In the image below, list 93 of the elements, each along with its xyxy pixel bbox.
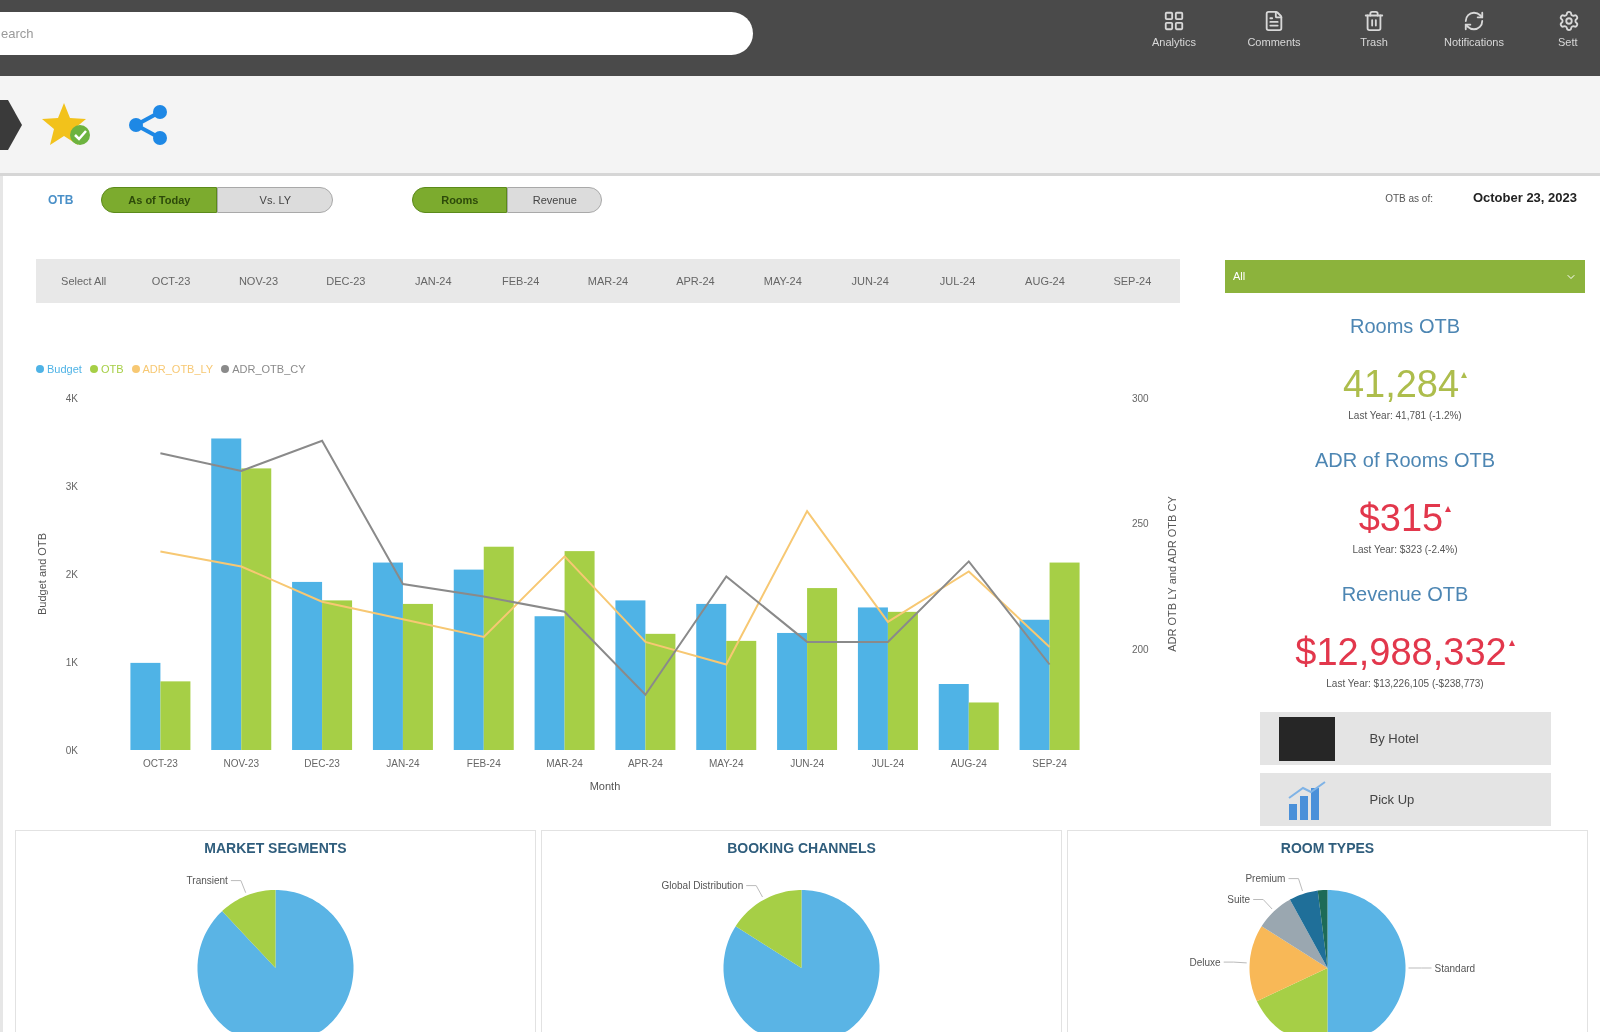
hexagon-icon[interactable] — [0, 99, 22, 150]
axis-tick-label: JUN-24 — [790, 758, 825, 769]
kpi-title: Revenue OTB — [1341, 582, 1469, 606]
bar — [968, 702, 999, 750]
panel-title: MARKET SEGMENTS — [204, 840, 347, 856]
nav-item[interactable]: Notifications — [1424, 0, 1524, 76]
trend-marker-icon — [1445, 506, 1452, 512]
leader-line — [745, 885, 763, 898]
photo-placeholder — [1278, 716, 1335, 761]
axis-tick-label: DEC-23 — [304, 758, 340, 769]
month-tab[interactable]: AUG-24 — [1001, 265, 1089, 297]
view-button[interactable]: By Hotel — [1259, 712, 1551, 765]
circular-arrow-icon — [1463, 10, 1485, 32]
month-tab[interactable]: JAN-24 — [389, 265, 477, 297]
kpi-value: 41,284 — [1342, 362, 1460, 406]
month-tab[interactable]: OCT-23 — [127, 265, 215, 297]
axis-tick-label: 4K — [65, 392, 78, 404]
axis-tick-label: MAY-24 — [709, 758, 744, 769]
axis-tick-label: MAR-24 — [546, 758, 583, 769]
slice-label: Suite — [1227, 894, 1251, 905]
leader-line — [1252, 899, 1273, 910]
month-tab[interactable]: Select All — [40, 265, 128, 297]
trash-icon — [1363, 10, 1385, 32]
document-icon — [1263, 10, 1285, 32]
legend-label: ADR_OTB_CY — [232, 361, 306, 377]
axis-tick-label: 2K — [65, 568, 78, 580]
kpi-title: Rooms OTB — [1349, 314, 1460, 338]
month-tab[interactable]: NOV-23 — [214, 265, 303, 297]
as-of-label: OTB as of: — [1385, 192, 1433, 206]
bar — [160, 681, 191, 750]
trend-marker-icon — [1508, 640, 1515, 646]
bar — [938, 684, 969, 750]
month-tab[interactable]: FEB-24 — [476, 265, 565, 297]
slice-label: Global Distribution — [661, 880, 744, 892]
axis-tick-label: 1K — [65, 656, 78, 668]
grid-icon — [1163, 10, 1185, 32]
axis-tick-label: 200 — [1132, 643, 1149, 655]
axis-tick-label: JAN-24 — [386, 758, 420, 769]
panel-title: BOOKING CHANNELS — [727, 840, 876, 856]
toggle-option[interactable]: Revenue — [507, 187, 603, 213]
axis-title: Budget and OTB — [36, 533, 48, 615]
axis-tick-label: NOV-23 — [223, 758, 260, 769]
axis-title: Month — [589, 780, 621, 792]
kpi-comparison: Last Year: $13,226,105 (-$238,773) — [1326, 678, 1484, 690]
settings-icon — [1558, 10, 1580, 32]
search-field[interactable]: earch — [0, 12, 753, 55]
axis-tick-label: APR-24 — [627, 758, 663, 769]
kpi-value: $315 — [1358, 496, 1444, 540]
nav-item[interactable]: Comments — [1224, 0, 1324, 76]
legend-label: Budget — [47, 361, 82, 377]
toggle-option[interactable]: Rooms — [412, 187, 508, 213]
slice-label: Standard — [1434, 962, 1476, 974]
legend-label: ADR_OTB_LY — [142, 361, 214, 377]
nav-item[interactable]: Sett — [1524, 0, 1600, 76]
nav-item[interactable]: Analytics — [1124, 0, 1224, 76]
slice-label: Deluxe — [1189, 956, 1221, 968]
toggle-option[interactable]: As of Today — [101, 187, 218, 213]
month-tab[interactable]: JUL-24 — [913, 265, 1002, 297]
axis-title: ADR OTB LY and ADR OTB CY — [1166, 496, 1178, 652]
month-tab[interactable]: MAY-24 — [739, 265, 827, 297]
share-icon[interactable] — [128, 104, 168, 145]
legend-label: OTB — [100, 361, 124, 377]
axis-tick-label: FEB-24 — [466, 758, 501, 769]
trend-marker-icon — [1461, 372, 1468, 378]
axis-tick-label: 250 — [1132, 518, 1149, 530]
axis-tick-label: SEP-24 — [1032, 758, 1067, 769]
toggle-option[interactable]: Vs. LY — [217, 187, 334, 213]
view-button[interactable]: Pick Up — [1259, 773, 1551, 826]
leader-line — [1408, 967, 1432, 969]
kpi-comparison: Last Year: 41,781 (-1.2%) — [1348, 410, 1462, 422]
panel-title: ROOM TYPES — [1280, 840, 1375, 856]
leader-line — [230, 880, 247, 894]
month-tab[interactable]: MAR-24 — [564, 265, 652, 297]
axis-tick-label: 300 — [1132, 392, 1149, 404]
as-of-date: October 23, 2023 — [1472, 189, 1577, 207]
month-tab[interactable]: DEC-23 — [302, 265, 390, 297]
month-tab[interactable]: SEP-24 — [1088, 265, 1177, 297]
kpi-comparison: Last Year: $323 (-2.4%) — [1352, 544, 1458, 556]
axis-tick-label: JUL-24 — [871, 758, 905, 769]
axis-tick-label: 0K — [65, 744, 78, 756]
nav-item[interactable]: Trash — [1324, 0, 1424, 76]
axis-tick-label: 3K — [65, 480, 78, 492]
slice-label: Transient — [186, 875, 228, 887]
kpi-value: $12,988,332 — [1295, 630, 1507, 674]
leader-line — [1288, 878, 1303, 892]
filter-label: OTB — [48, 192, 74, 209]
axis-tick-label: OCT-23 — [142, 758, 178, 769]
month-tab[interactable]: APR-24 — [651, 265, 740, 297]
leader-line — [1223, 961, 1248, 964]
slice-label: Premium — [1245, 873, 1286, 885]
axis-tick-label: AUG-24 — [950, 758, 987, 769]
kpi-title: ADR of Rooms OTB — [1314, 448, 1495, 472]
month-tab[interactable]: JUN-24 — [826, 265, 914, 297]
